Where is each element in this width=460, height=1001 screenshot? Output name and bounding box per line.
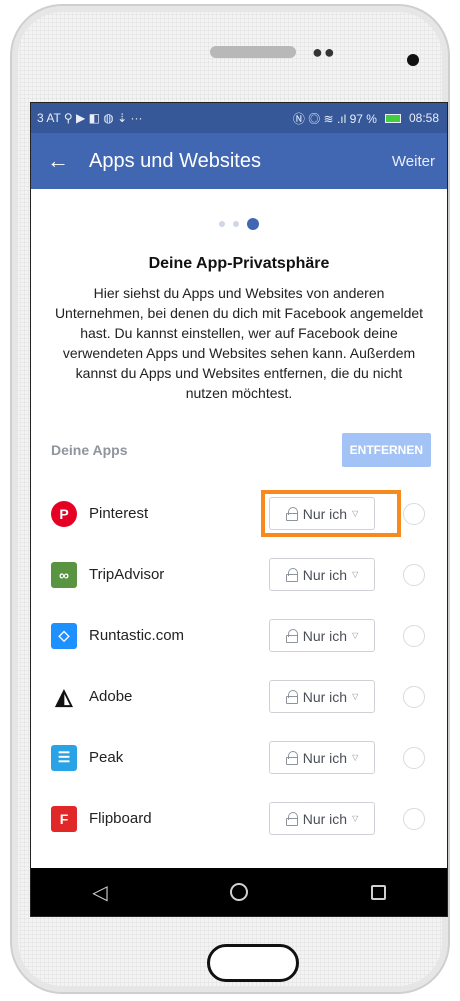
privacy-value: Nur ich — [302, 749, 348, 766]
privacy-dropdown[interactable]: Nur ich ▽ — [269, 741, 375, 774]
remove-button[interactable]: ENTFERNEN — [341, 433, 431, 467]
android-nav-bar: ◁ — [31, 868, 447, 916]
app-name: Pinterest — [89, 505, 149, 522]
peak-icon: ☰ — [51, 744, 77, 771]
step-dot — [219, 221, 225, 227]
chevron-down-icon: ▽ — [352, 753, 359, 762]
nav-recents-icon[interactable] — [370, 884, 386, 900]
section-heading: Deine App-Privatsphäre — [148, 255, 330, 272]
privacy-value: Nur ich — [302, 627, 348, 644]
adobe-icon: ◭ — [51, 683, 77, 710]
chevron-down-icon: ▽ — [352, 570, 359, 579]
app-bar: ← Apps und Websites Weiter — [31, 133, 447, 189]
speaker-grille — [210, 46, 296, 58]
section-description: Hier siehst du Apps und Websites von and… — [54, 285, 424, 401]
front-camera — [407, 54, 419, 66]
select-radio[interactable] — [403, 563, 425, 586]
select-radio[interactable] — [403, 624, 425, 647]
app-name: TripAdvisor — [89, 566, 165, 583]
runtastic-icon: ◇ — [51, 622, 77, 649]
chevron-down-icon: ▽ — [352, 692, 359, 701]
privacy-dropdown[interactable]: Nur ich ▽ — [269, 802, 375, 835]
pinterest-icon: P — [51, 500, 77, 527]
step-dot — [233, 221, 239, 227]
privacy-dropdown[interactable]: Nur ich ▽ — [269, 680, 375, 713]
lock-icon — [285, 750, 298, 765]
phone-screen: 3 AT ⚲ ▶ ◧ ◍ ⇣ ··· Ⓝ ◎ ≋ .ıl 97 % 08:58 … — [30, 102, 448, 917]
status-left-icons: 3 AT ⚲ ▶ ◧ ◍ ⇣ ··· — [37, 111, 143, 125]
select-radio[interactable] — [403, 807, 425, 830]
privacy-value: Nur ich — [302, 810, 348, 827]
main-content: Deine App-Privatsphäre Hier siehst du Ap… — [31, 217, 447, 849]
privacy-dropdown[interactable]: Nur ich ▽ — [269, 619, 375, 652]
apps-header: Deine Apps ENTFERNEN — [47, 433, 431, 467]
highlight-box — [261, 490, 401, 537]
app-row-peak: ☰ Peak Nur ich ▽ — [47, 727, 431, 788]
app-name: Flipboard — [89, 810, 152, 827]
sensor-dots: ●● — [312, 42, 336, 62]
app-row-adobe: ◭ Adobe Nur ich ▽ — [47, 666, 431, 727]
privacy-dropdown[interactable]: Nur ich ▽ — [269, 558, 375, 591]
lock-icon — [285, 628, 298, 643]
select-radio[interactable] — [403, 502, 425, 525]
home-button[interactable] — [207, 944, 299, 982]
app-row-runtastic: ◇ Runtastic.com Nur ich ▽ — [47, 605, 431, 666]
step-dot-active — [247, 218, 259, 230]
status-right-icons: Ⓝ ◎ ≋ .ıl 97 % — [292, 111, 377, 126]
lock-icon — [285, 689, 298, 704]
back-arrow-icon[interactable]: ← — [47, 148, 79, 174]
app-list: P Pinterest Nur ich ▽ ∞ TripAdvisor Nur … — [47, 483, 431, 849]
select-radio[interactable] — [403, 685, 425, 708]
step-indicator — [47, 217, 431, 231]
nav-home-icon[interactable] — [230, 883, 249, 901]
select-radio[interactable] — [403, 746, 425, 769]
flipboard-icon: F — [51, 805, 77, 832]
apps-title: Deine Apps — [51, 442, 128, 458]
nav-back-icon[interactable]: ◁ — [92, 880, 107, 905]
next-button[interactable]: Weiter — [392, 153, 435, 170]
app-name: Adobe — [89, 688, 133, 705]
status-bar: 3 AT ⚲ ▶ ◧ ◍ ⇣ ··· Ⓝ ◎ ≋ .ıl 97 % 08:58 — [31, 103, 447, 133]
app-name: Runtastic.com — [89, 627, 185, 644]
app-row-flipboard: F Flipboard Nur ich ▽ — [47, 788, 431, 849]
chevron-down-icon: ▽ — [352, 814, 359, 823]
app-name: Peak — [89, 749, 124, 766]
page-title: Apps und Websites — [89, 149, 261, 172]
status-time: 08:58 — [408, 111, 439, 125]
lock-icon — [285, 811, 298, 826]
battery-icon — [384, 113, 401, 123]
app-row-pinterest: P Pinterest Nur ich ▽ — [47, 483, 431, 544]
app-row-tripadvisor: ∞ TripAdvisor Nur ich ▽ — [47, 544, 431, 605]
tripadvisor-icon: ∞ — [51, 561, 77, 588]
lock-icon — [285, 567, 298, 582]
chevron-down-icon: ▽ — [352, 631, 359, 640]
privacy-value: Nur ich — [302, 566, 348, 583]
privacy-value: Nur ich — [302, 688, 348, 705]
